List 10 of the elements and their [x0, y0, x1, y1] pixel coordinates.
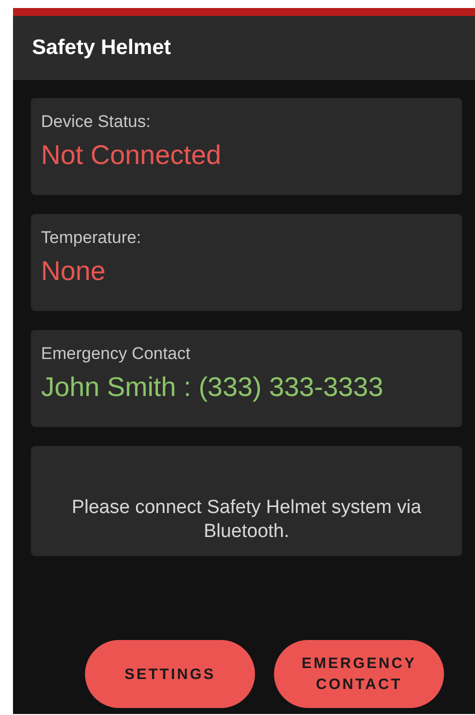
- field-value: None: [41, 256, 107, 287]
- field-value: John Smith : (333) 333-3333: [41, 372, 384, 403]
- message-text: Please connect Safety Helmet system via Bluetooth.: [70, 496, 422, 544]
- app-title: Safety Helmet: [32, 36, 171, 60]
- action-button[interactable]: SETTINGS: [85, 640, 255, 708]
- field-label: Device Status:: [41, 112, 152, 132]
- field-label: Temperature:: [41, 228, 142, 248]
- action-button[interactable]: EMERGENCY CONTACT: [274, 640, 444, 708]
- field-value: Not Connected: [41, 140, 222, 171]
- field-label: Emergency Contact: [41, 344, 192, 364]
